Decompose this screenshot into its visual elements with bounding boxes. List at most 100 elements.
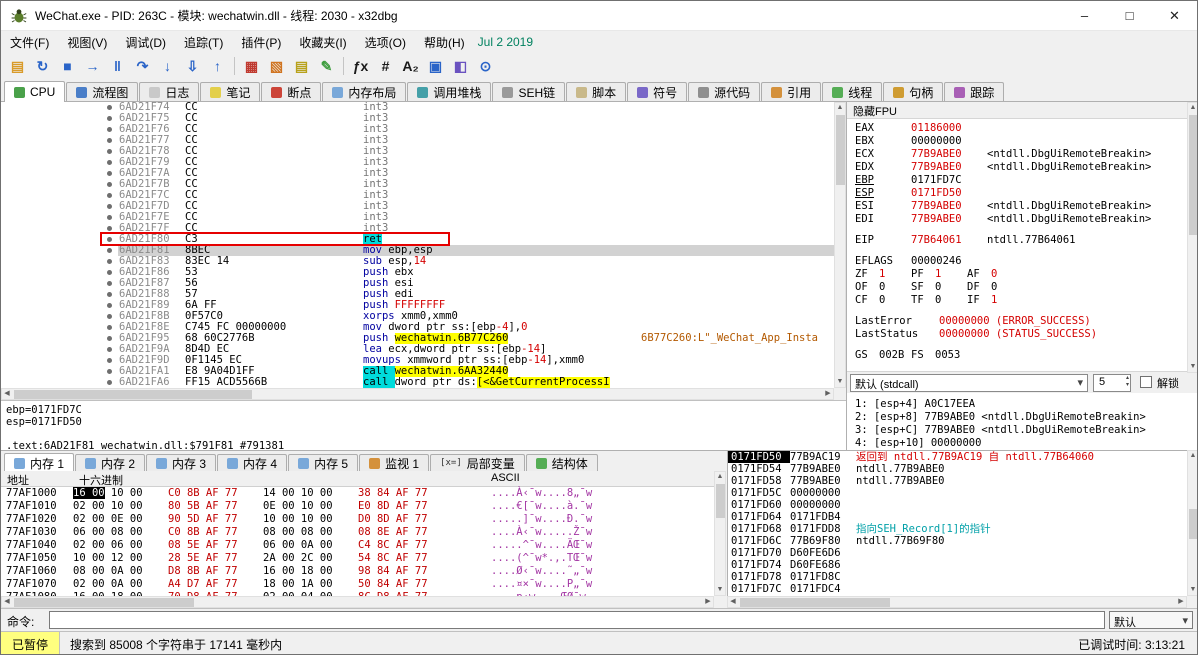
tab-memory-4[interactable]: 内存 4 bbox=[217, 454, 287, 471]
register-row[interactable]: GS002BFS0053 bbox=[855, 349, 1198, 362]
labels-button[interactable]: A₂ bbox=[398, 55, 423, 77]
stack-row[interactable]: 0171FD70D60FE6D6 bbox=[728, 547, 1187, 559]
scrollbar-thumb[interactable] bbox=[14, 390, 252, 399]
register-row[interactable]: EFLAGS00000246 bbox=[855, 255, 1198, 268]
tab-watch-1[interactable]: 监视 1 bbox=[359, 454, 429, 471]
menu-plugins[interactable]: 插件(P) bbox=[232, 31, 290, 53]
dump-vscrollbar[interactable]: ▲ ▼ bbox=[714, 471, 726, 596]
disasm-row[interactable]: 6AD21F7ECCint3 bbox=[1, 212, 834, 223]
register-row[interactable]: EDI77B9ABE0<ntdll.DbgUiRemoteBreakin> bbox=[855, 213, 1198, 226]
register-row[interactable]: ESP0171FD50 bbox=[855, 187, 1198, 200]
calling-convention-select[interactable]: 默认 (stdcall) ▾ bbox=[850, 374, 1088, 392]
command-mode-dropdown[interactable]: 默认 ▾ bbox=[1109, 611, 1193, 629]
unlock-checkbox[interactable] bbox=[1140, 376, 1152, 388]
tab-notes[interactable]: 笔记 bbox=[200, 82, 260, 101]
disasm-row[interactable]: 6AD21F8B0F57C0xorps xmm0,xmm0 bbox=[1, 311, 834, 322]
scroll-up-icon[interactable]: ▲ bbox=[1188, 103, 1198, 113]
command-input[interactable] bbox=[49, 611, 1105, 629]
disasm-row[interactable]: 6AD21F75CCint3 bbox=[1, 113, 834, 124]
tab-memory-5[interactable]: 内存 5 bbox=[288, 454, 358, 471]
stack-row[interactable]: 0171FD5877B9ABE0ntdll.77B9ABE0 bbox=[728, 475, 1187, 487]
tab-memory-1[interactable]: 内存 1 bbox=[4, 453, 74, 472]
scroll-right-icon[interactable]: ▶ bbox=[1176, 597, 1186, 607]
tab-memory-2[interactable]: 内存 2 bbox=[75, 454, 145, 471]
stack-hscrollbar[interactable]: ◀ ▶ bbox=[727, 596, 1187, 608]
scroll-down-icon[interactable]: ▼ bbox=[1188, 585, 1198, 595]
disasm-row[interactable]: 6AD21F9D0F1145 ECmovups xmmword ptr ss:[… bbox=[1, 355, 834, 366]
register-row[interactable]: OF0SF0DF0 bbox=[855, 281, 1198, 294]
register-row[interactable]: LastStatus00000000 (STATUS_SUCCESS) bbox=[855, 328, 1198, 341]
registers-vscrollbar[interactable]: ▲ ▼ bbox=[1187, 102, 1198, 373]
disasm-row[interactable]: 6AD21F7FCCint3 bbox=[1, 223, 834, 234]
register-row[interactable]: EAX01186000 bbox=[855, 122, 1198, 135]
run-to-return-button[interactable]: ↑ bbox=[205, 55, 230, 77]
close-button[interactable]: ✕ bbox=[1152, 1, 1197, 30]
argument-row[interactable]: 1: [esp+4] A0C17EEA bbox=[855, 398, 1198, 411]
disasm-row[interactable]: 6AD21F74CCint3 bbox=[1, 102, 834, 113]
stack-row[interactable]: 0171FD5C00000000 bbox=[728, 487, 1187, 499]
favourites-button[interactable]: ƒx bbox=[348, 55, 373, 77]
dump-row[interactable]: 77AF102002 00 0E 0090 5D AF 7710 00 10 0… bbox=[1, 513, 714, 526]
disasm-row[interactable]: 6AD21FA6FF15 ACD5566Bcall dword ptr ds:[… bbox=[1, 377, 834, 388]
stack-vscrollbar[interactable]: ▲ ▼ bbox=[1187, 450, 1198, 596]
disasm-row[interactable]: 6AD21F9568 60C2776Bpush wechatwin.6B77C2… bbox=[1, 333, 834, 344]
log-window-button[interactable]: ▤ bbox=[289, 55, 314, 77]
disasm-row[interactable]: 6AD21F8857push edi bbox=[1, 289, 834, 300]
tab-struct[interactable]: 结构体 bbox=[526, 454, 598, 471]
disasm-row[interactable]: 6AD21F7ACCint3 bbox=[1, 168, 834, 179]
pause-button[interactable]: ‖ bbox=[105, 55, 130, 77]
register-row[interactable]: EIP77B64061ntdll.77B64061 bbox=[855, 234, 1198, 247]
register-row[interactable]: CF0TF0IF1 bbox=[855, 294, 1198, 307]
animate-into-button[interactable]: ↷ bbox=[130, 55, 155, 77]
stop-button[interactable]: ■ bbox=[55, 55, 80, 77]
register-row[interactable]: EBX00000000 bbox=[855, 135, 1198, 148]
dump-row[interactable]: 77AF104002 00 06 0008 5E AF 7706 00 0A 0… bbox=[1, 539, 714, 552]
tab-source[interactable]: 源代码 bbox=[688, 82, 760, 101]
maximize-button[interactable]: □ bbox=[1107, 1, 1152, 30]
scrollbar-thumb[interactable] bbox=[1189, 115, 1198, 235]
disasm-row[interactable]: 6AD21F8756push esi bbox=[1, 278, 834, 289]
argument-row[interactable]: 2: [esp+8] 77B9ABE0 <ntdll.DbgUiRemoteBr… bbox=[855, 411, 1198, 424]
scrollbar-thumb[interactable] bbox=[716, 484, 725, 518]
restart-button[interactable]: ↻ bbox=[30, 55, 55, 77]
scroll-left-icon[interactable]: ◀ bbox=[2, 389, 12, 399]
tab-symbols[interactable]: 符号 bbox=[627, 82, 687, 101]
register-row[interactable]: ZF1PF1AF0 bbox=[855, 268, 1198, 281]
scroll-right-icon[interactable]: ▶ bbox=[823, 389, 833, 399]
tab-call-stack[interactable]: 调用堆栈 bbox=[407, 82, 491, 101]
stack-row[interactable]: 0171FD6000000000 bbox=[728, 499, 1187, 511]
script-run-button[interactable]: ✎ bbox=[314, 55, 339, 77]
stack-row[interactable]: 0171FD680171FDD8指向SEH_Record[1]的指针 bbox=[728, 523, 1187, 535]
tab-log[interactable]: 日志 bbox=[139, 82, 199, 101]
settings-button[interactable]: ▧ bbox=[264, 55, 289, 77]
disasm-row[interactable]: 6AD21FA1E8 9A04D1FFcall wechatwin.6AA324… bbox=[1, 366, 834, 377]
argument-count-stepper[interactable]: 5 ▴ ▾ bbox=[1093, 374, 1131, 392]
dump-row[interactable]: 77AF101002 00 10 0080 5B AF 770E 00 10 0… bbox=[1, 500, 714, 513]
comments-button[interactable]: # bbox=[373, 55, 398, 77]
run-button[interactable]: → bbox=[80, 55, 105, 77]
menu-debug[interactable]: 调试(D) bbox=[116, 31, 175, 53]
trace-coverage-button[interactable]: ▦ bbox=[239, 55, 264, 77]
modules-button[interactable]: ◧ bbox=[448, 55, 473, 77]
stack-row[interactable]: 0171FD640171FDB4 bbox=[728, 511, 1187, 523]
dump-row[interactable]: 77AF103006 00 08 00C0 8B AF 7708 00 08 0… bbox=[1, 526, 714, 539]
register-row[interactable]: ECX77B9ABE0<ntdll.DbgUiRemoteBreakin> bbox=[855, 148, 1198, 161]
step-into-button[interactable]: ↓ bbox=[155, 55, 180, 77]
step-over-button[interactable]: ⇩ bbox=[180, 55, 205, 77]
tab-memory-3[interactable]: 内存 3 bbox=[146, 454, 216, 471]
menu-file[interactable]: 文件(F) bbox=[1, 31, 58, 53]
hide-fpu-button[interactable]: 隐藏FPU bbox=[847, 102, 1198, 119]
tab-breakpoints[interactable]: 断点 bbox=[261, 82, 321, 101]
register-row[interactable]: LastError00000000 (ERROR_SUCCESS) bbox=[855, 315, 1198, 328]
disasm-row[interactable]: 6AD21F896A FFpush FFFFFFFF bbox=[1, 300, 834, 311]
stack-row[interactable]: 0171FD5477B9ABE0ntdll.77B9ABE0 bbox=[728, 463, 1187, 475]
tab-threads[interactable]: 线程 bbox=[822, 82, 882, 101]
menu-trace[interactable]: 追踪(T) bbox=[175, 31, 232, 53]
disasm-row[interactable]: 6AD21F9A8D4D EClea ecx,dword ptr ss:[ebp… bbox=[1, 344, 834, 355]
scroll-left-icon[interactable]: ◀ bbox=[728, 597, 738, 607]
dump-hscrollbar[interactable]: ◀ ▶ bbox=[1, 596, 714, 608]
stack-row[interactable]: 0171FD6C77B69F80ntdll.77B69F80 bbox=[728, 535, 1187, 547]
disasm-row[interactable]: 6AD21F7DCCint3 bbox=[1, 201, 834, 212]
scroll-up-icon[interactable]: ▲ bbox=[835, 103, 845, 113]
menu-view[interactable]: 视图(V) bbox=[58, 31, 116, 53]
